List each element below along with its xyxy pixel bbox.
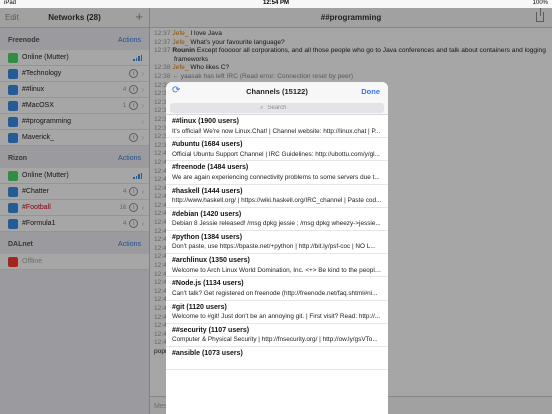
channel-topic: Official Ubuntu Support Channel | IRC Gu… (172, 150, 380, 158)
channel-list-item[interactable]: #ansible (1073 users) (166, 347, 388, 371)
channel-topic: Can't talk? Get registered on freenode (… (172, 289, 378, 297)
channel-list[interactable]: ##linux (1900 users) It's official! We're… (166, 115, 388, 371)
channel-name: #debian (1420 users) (172, 210, 242, 218)
channel-topic: Don't paste, use https://bpaste.net/+pyt… (172, 243, 376, 251)
search-bar: ⌕ (166, 101, 388, 115)
channel-list-item[interactable]: #archlinux (1350 users) Welcome to Arch L… (166, 254, 388, 278)
search-box: ⌕ (170, 103, 384, 113)
channel-list-item[interactable]: ##security (1107 users) Computer & Physic… (166, 324, 388, 347)
channel-topic: http://www.haskell.org/ | https://wiki.h… (172, 197, 382, 205)
sidebar-dim-overlay (0, 8, 150, 414)
search-input[interactable] (170, 103, 384, 113)
channel-name: #ubuntu (1684 users) (172, 141, 243, 149)
channel-name: #git (1120 users) (172, 303, 227, 311)
modal-header: ⟳ Channels (15122) Done (166, 82, 388, 101)
channel-list-item[interactable]: #freenode (1484 users) We are again exper… (166, 161, 388, 185)
channel-topic: It's official! We're now Linux.Chat! | C… (172, 127, 381, 135)
channel-topic: Welcome to Arch Linux World Domination, … (172, 266, 383, 274)
channel-name: ##security (1107 users) (172, 326, 250, 334)
channel-list-item[interactable]: #Node.js (1134 users) Can't talk? Get reg… (166, 277, 388, 301)
channel-topic: Welcome to #git! Just don't be an annoyi… (172, 313, 381, 320)
channels-modal: ⟳ Channels (15122) Done ⌕ ##linux (1900 … (166, 82, 388, 414)
channel-list-item[interactable]: #git (1120 users) Welcome to #git! Just d… (166, 301, 388, 324)
status-bar: iPad 12:54 PM 100% (0, 0, 552, 8)
done-button[interactable]: Done (361, 87, 380, 96)
channel-list-item[interactable]: #haskell (1444 users) http://www.haskell.… (166, 185, 388, 208)
channel-name: #freenode (1484 users) (172, 164, 249, 172)
channel-topic: We are again experiencing connectivity p… (172, 173, 380, 181)
channel-list-item[interactable]: #ubuntu (1684 users) Official Ubuntu Supp… (166, 138, 388, 162)
networks-sidebar: Edit Networks (28) + Freenode Actions Onli… (0, 8, 150, 414)
channel-topic: Computer & Physical Security | http://fn… (172, 336, 378, 344)
channel-name: #python (1384 users) (172, 233, 243, 241)
channel-list-item[interactable]: #python (1384 users) Don't paste, use htt… (166, 231, 388, 255)
channel-name: #ansible (1073 users) (172, 349, 243, 357)
battery-label: 100% (532, 0, 548, 6)
channel-name: #haskell (1444 users) (172, 187, 243, 195)
channel-list-item[interactable]: #debian (1420 users) Debian 8 Jessie rele… (166, 208, 388, 231)
channel-name: #archlinux (1350 users) (172, 257, 250, 265)
modal-title: Channels (15122) (246, 87, 308, 96)
channel-topic: Debian 8 Jessie released! /msg dpkg jess… (172, 220, 381, 228)
channel-name: #Node.js (1134 users) (172, 280, 244, 288)
status-time: 12:54 PM (262, 0, 289, 6)
channel-name: ##linux (1900 users) (172, 118, 239, 125)
channel-list-item[interactable]: ##linux (1900 users) It's official! We're… (166, 115, 388, 139)
